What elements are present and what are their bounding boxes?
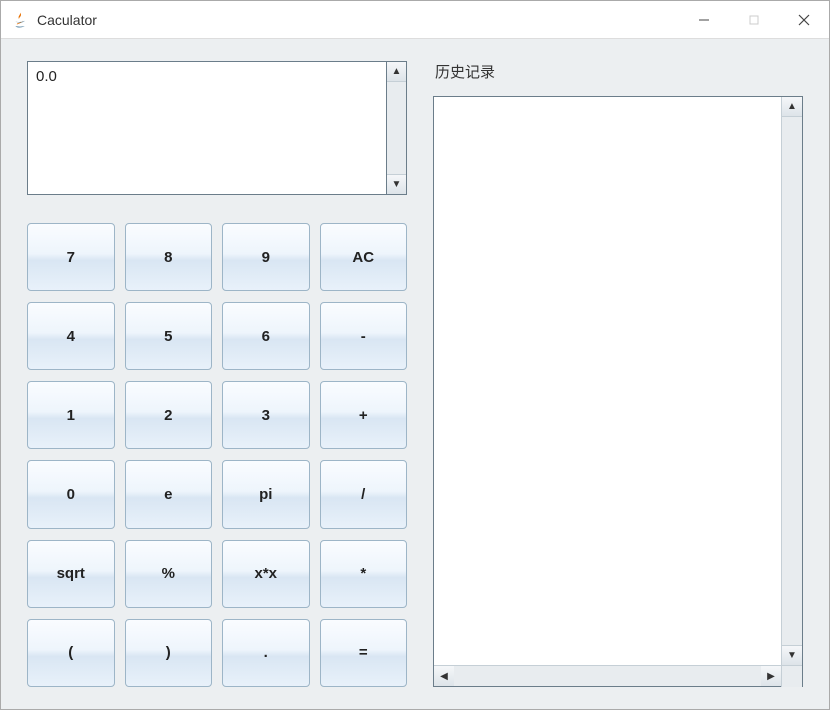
key-2[interactable]: 2 — [125, 381, 213, 449]
display-output[interactable]: 0.0 — [27, 61, 386, 195]
key-7[interactable]: 7 — [27, 223, 115, 291]
scroll-up-icon[interactable]: ▲ — [387, 62, 406, 82]
java-icon — [11, 11, 29, 29]
window-controls — [679, 1, 829, 38]
key-divide[interactable]: / — [320, 460, 408, 528]
key-lparen[interactable]: ( — [27, 619, 115, 687]
scroll-right-icon[interactable]: ▶ — [761, 666, 781, 686]
scroll-down-icon[interactable]: ▼ — [782, 645, 802, 665]
key-ac[interactable]: AC — [320, 223, 408, 291]
key-3[interactable]: 3 — [222, 381, 310, 449]
key-6[interactable]: 6 — [222, 302, 310, 370]
key-8[interactable]: 8 — [125, 223, 213, 291]
key-dot[interactable]: . — [222, 619, 310, 687]
history-container: ▲ ▼ ◀ ▶ — [433, 96, 803, 687]
display-scrollbar[interactable]: ▲ ▼ — [386, 61, 407, 195]
calculator-panel: 0.0 ▲ ▼ 7 8 9 AC 4 5 6 - 1 2 3 + 0 e — [27, 61, 407, 687]
key-plus[interactable]: + — [320, 381, 408, 449]
history-label: 历史记录 — [433, 61, 803, 82]
key-minus[interactable]: - — [320, 302, 408, 370]
key-9[interactable]: 9 — [222, 223, 310, 291]
history-panel: 历史记录 ▲ ▼ ◀ ▶ — [433, 61, 803, 687]
history-vscrollbar[interactable]: ▲ ▼ — [781, 97, 802, 665]
history-list[interactable] — [434, 97, 781, 665]
key-1[interactable]: 1 — [27, 381, 115, 449]
scroll-corner — [781, 666, 802, 687]
minimize-button[interactable] — [679, 1, 729, 38]
key-percent[interactable]: % — [125, 540, 213, 608]
close-button[interactable] — [779, 1, 829, 38]
key-square[interactable]: x*x — [222, 540, 310, 608]
titlebar[interactable]: Caculator — [1, 1, 829, 39]
scroll-left-icon[interactable]: ◀ — [434, 666, 454, 686]
key-rparen[interactable]: ) — [125, 619, 213, 687]
keypad: 7 8 9 AC 4 5 6 - 1 2 3 + 0 e pi / sqrt %… — [27, 223, 407, 687]
maximize-button[interactable] — [729, 1, 779, 38]
scroll-up-icon[interactable]: ▲ — [782, 97, 802, 117]
content-area: 0.0 ▲ ▼ 7 8 9 AC 4 5 6 - 1 2 3 + 0 e — [1, 39, 829, 709]
display-container: 0.0 ▲ ▼ — [27, 61, 407, 195]
key-multiply[interactable]: * — [320, 540, 408, 608]
key-4[interactable]: 4 — [27, 302, 115, 370]
key-equals[interactable]: = — [320, 619, 408, 687]
key-5[interactable]: 5 — [125, 302, 213, 370]
key-e[interactable]: e — [125, 460, 213, 528]
history-hscrollbar[interactable]: ◀ ▶ — [434, 665, 802, 686]
scroll-down-icon[interactable]: ▼ — [387, 174, 406, 194]
window-title: Caculator — [37, 12, 679, 28]
key-sqrt[interactable]: sqrt — [27, 540, 115, 608]
app-window: Caculator 0.0 ▲ ▼ 7 8 — [0, 0, 830, 710]
key-pi[interactable]: pi — [222, 460, 310, 528]
key-0[interactable]: 0 — [27, 460, 115, 528]
